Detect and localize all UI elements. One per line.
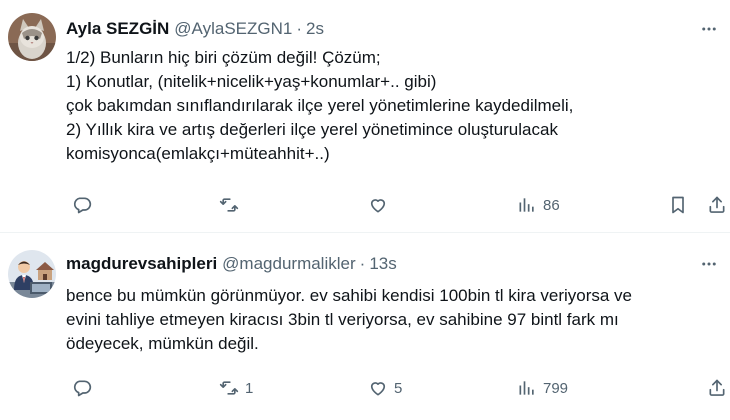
author-name[interactable]: Ayla SEZGİN (66, 19, 169, 39)
bookmark-button[interactable] (668, 192, 688, 218)
retweet-button[interactable] (219, 192, 245, 218)
like-button[interactable] (368, 192, 394, 218)
separator-dot: · (359, 254, 366, 273)
reply-icon (72, 195, 92, 215)
share-button[interactable] (707, 192, 727, 218)
views-button[interactable]: 86 (517, 192, 560, 218)
view-count: 799 (543, 379, 569, 397)
more-dots-icon[interactable] (698, 18, 720, 40)
tweet-text-line: 2) Yıllık kira ve artış değerleri ilçe y… (66, 120, 558, 139)
like-button[interactable]: 5 (368, 375, 402, 401)
retweet-icon (219, 378, 239, 398)
share-button[interactable] (707, 375, 727, 401)
views-bar-chart-icon (517, 195, 537, 215)
separator-dot: · (296, 19, 303, 38)
avatar[interactable] (8, 13, 56, 61)
tweet-text: 1/2) Bunların hiç biri çözüm değil! Çözü… (66, 46, 716, 166)
reply-button[interactable] (72, 375, 98, 401)
tweet-text: bence bu mümkün görünmüyor. ev sahibi ke… (66, 284, 716, 356)
author-name[interactable]: magdurevsahipleri (66, 254, 217, 274)
retweet-count: 1 (245, 379, 254, 397)
bookmark-icon (668, 195, 688, 215)
tweet-text-line: ödeyecek, mümkün değil. (66, 334, 259, 353)
timestamp[interactable]: 13s (369, 254, 396, 274)
tweet-text-line: 1) Konutlar, (nitelik+nicelik+yaş+konuml… (66, 72, 437, 91)
tweet[interactable]: magdurevsahipleri @magdurmalikler · 13s … (0, 233, 730, 420)
tweet-text-line: evini tahliye etmeyen kiracısı 3bin tl v… (66, 310, 619, 329)
action-bar: 1 5 799 (66, 375, 730, 401)
retweet-icon (219, 195, 239, 215)
views-button[interactable]: 799 (517, 375, 568, 401)
retweet-button[interactable]: 1 (219, 375, 253, 401)
author-handle[interactable]: @magdurmalikler (222, 254, 355, 274)
reply-button[interactable] (72, 192, 98, 218)
more-dots-icon[interactable] (698, 253, 720, 275)
author-handle[interactable]: @AylaSEZGN1 (174, 19, 292, 39)
action-bar: 86 (66, 192, 730, 218)
timestamp[interactable]: 2s (306, 19, 324, 39)
like-count: 5 (394, 379, 403, 397)
avatar[interactable] (8, 250, 56, 298)
view-count: 86 (543, 196, 560, 214)
tweet-text-line: komisyonca(emlakçı+müteahhit+..) (66, 144, 330, 163)
tweet[interactable]: Ayla SEZGİN @AylaSEZGN1 · 2s 1/2) Bunlar… (0, 0, 730, 233)
heart-icon (368, 378, 388, 398)
share-icon (707, 195, 727, 215)
reply-icon (72, 378, 92, 398)
heart-icon (368, 195, 388, 215)
share-icon (707, 378, 727, 398)
tweet-text-line: 1/2) Bunların hiç biri çözüm değil! Çözü… (66, 48, 381, 67)
tweet-text-line: bence bu mümkün görünmüyor. ev sahibi ke… (66, 286, 633, 305)
tweet-header: magdurevsahipleri @magdurmalikler · 13s (66, 253, 720, 275)
views-bar-chart-icon (517, 378, 537, 398)
tweet-text-line: çok bakımdan sınıflandırılarak ilçe yere… (66, 96, 574, 115)
tweet-header: Ayla SEZGİN @AylaSEZGN1 · 2s (66, 18, 720, 40)
